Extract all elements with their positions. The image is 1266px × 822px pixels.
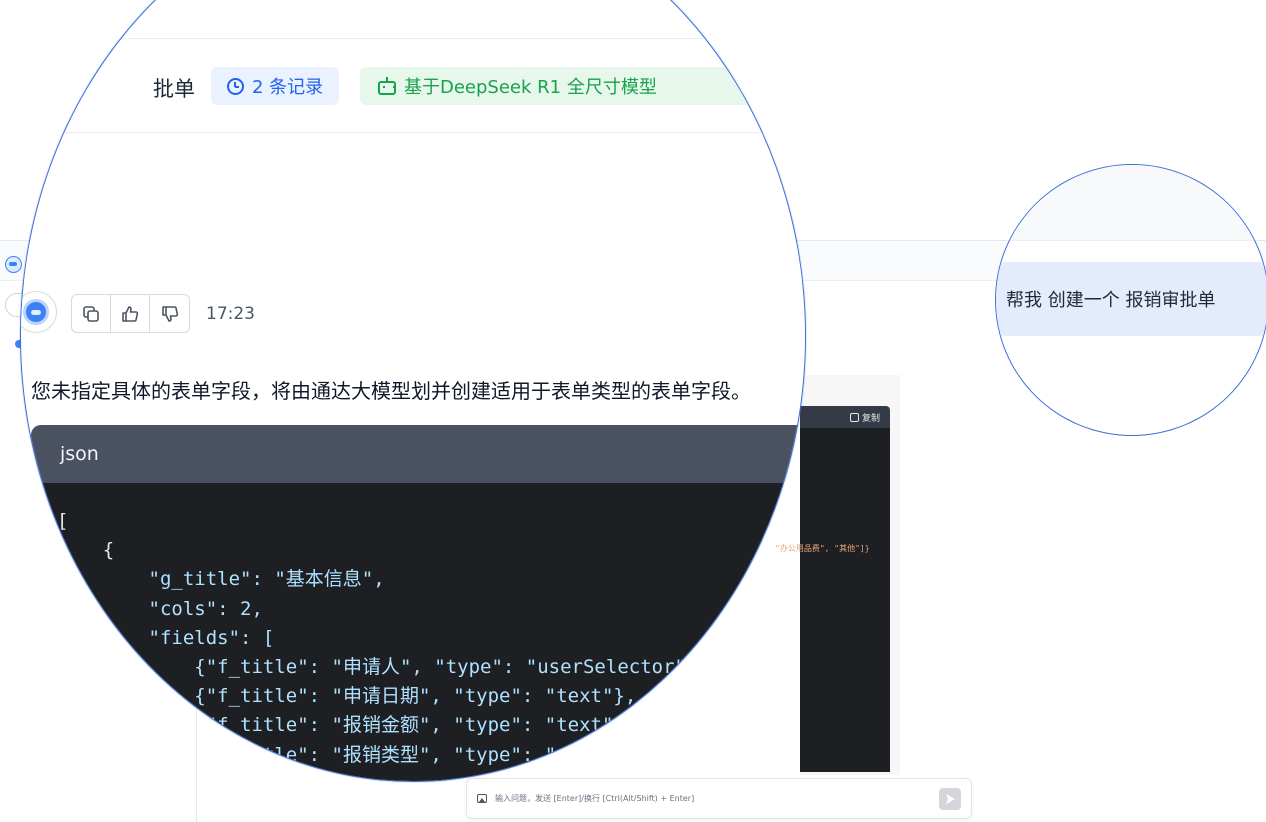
- chat-toolbar-row: [21, 242, 805, 282]
- app-logo-icon: [5, 256, 22, 273]
- copy-icon: [83, 305, 99, 322]
- copy-message-button[interactable]: [72, 295, 111, 332]
- chat-input[interactable]: 输入问题，发送 [Enter]/换行 [Ctrl(Alt/Shift) + En…: [495, 793, 939, 804]
- zoom-lens-user-message: 帮我 创建一个 报销审批单: [995, 164, 1266, 436]
- copy-code-label: 复制: [861, 414, 880, 424]
- model-badge: 基于DeepSeek R1 全尺寸模型: [360, 67, 805, 105]
- zoom-lens-main: 批单 2 条记录 基于DeepSeek R1 全尺寸模型 17:23 您未指定具…: [20, 0, 806, 782]
- copy-code-button[interactable]: 复制: [849, 411, 880, 424]
- chat-input-bar[interactable]: 输入问题，发送 [Enter]/换行 [Ctrl(Alt/Shift) + En…: [466, 778, 972, 819]
- records-badge[interactable]: 2 条记录: [211, 67, 340, 105]
- code-line: "fields": [: [57, 626, 275, 649]
- code-line: "g_title": "基本信息",: [57, 568, 385, 591]
- code-line: "cols": 2,: [57, 597, 263, 620]
- zoomed-content: 批单 2 条记录 基于DeepSeek R1 全尺寸模型 17:23 您未指定具…: [21, 1, 805, 781]
- code-line: {"f_title": "报销类型", "type": "select",: [57, 743, 648, 766]
- code-block-header: json: [31, 425, 805, 483]
- robot-icon: [378, 76, 396, 95]
- send-button[interactable]: [939, 787, 961, 810]
- thumbs-down-button[interactable]: [150, 295, 189, 332]
- assistant-avatar: [21, 291, 57, 333]
- divider: [21, 38, 805, 39]
- code-line: [: [57, 510, 69, 532]
- code-block-header-small: 复制: [800, 406, 890, 428]
- image-upload-icon[interactable]: [477, 794, 487, 803]
- thumbs-up-button[interactable]: [111, 295, 150, 332]
- records-badge-label: 2 条记录: [252, 77, 324, 98]
- clock-icon: [227, 77, 244, 95]
- thumbs-down-icon: [161, 305, 178, 322]
- assistant-answer: 您未指定具体的表单字段，将由通达大模型划并创建适用于表单类型的表单字段。: [31, 379, 751, 403]
- code-line: {"f_title": "申请人", "type": "userSelector…: [57, 656, 709, 679]
- user-message-bubble: 帮我 创建一个 报销审批单: [996, 262, 1266, 336]
- model-badge-label: 基于DeepSeek R1 全尺寸模型: [404, 77, 657, 98]
- code-language-label: json: [60, 443, 99, 465]
- code-block: [ { "g_title": "基本信息", "cols": 2, "field…: [31, 483, 805, 781]
- send-icon: [946, 793, 955, 804]
- divider: [21, 132, 805, 133]
- copy-icon: [849, 413, 859, 422]
- code-line: {"f_title": "报销金额", "type": "text"},: [57, 714, 637, 737]
- zoomed-header-strip: [996, 165, 1266, 241]
- page-title: 批单: [153, 77, 195, 101]
- thumbs-up-icon: [122, 305, 139, 322]
- assistant-logo-icon: [23, 299, 49, 325]
- code-block-body-small: [800, 428, 890, 772]
- message-actions: [71, 294, 190, 333]
- message-timestamp: 17:23: [206, 304, 255, 324]
- code-line: {"f_title": "申请日期", "type": "text"},: [57, 685, 637, 708]
- code-line: {: [57, 539, 115, 562]
